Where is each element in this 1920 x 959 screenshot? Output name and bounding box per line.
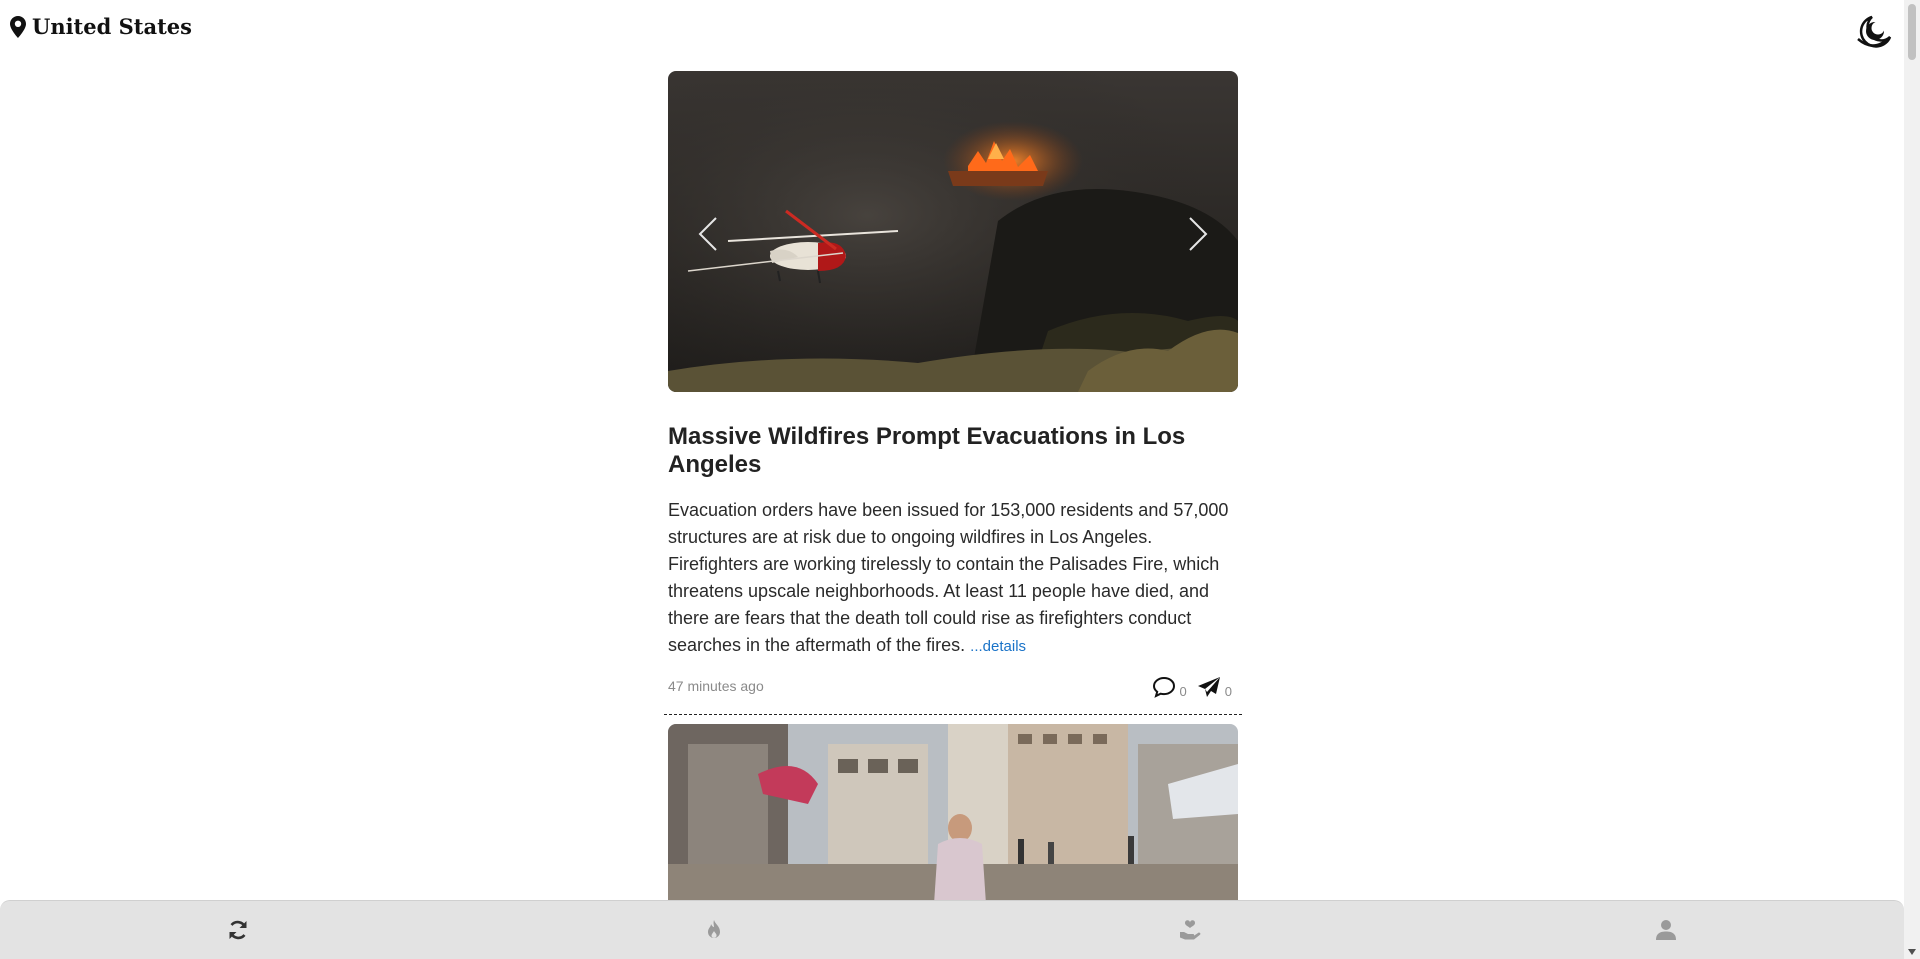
top-bar: United States [0, 0, 1904, 54]
nav-profile[interactable] [1428, 901, 1904, 959]
carousel-prev-button[interactable] [696, 216, 720, 252]
nav-support[interactable] [952, 901, 1428, 959]
share-button[interactable]: 0 [1197, 676, 1232, 698]
article-title[interactable]: Massive Wildfires Prompt Evacuations in … [668, 423, 1238, 479]
location-label: United States [32, 14, 192, 39]
article-summary: Evacuation orders have been issued for 1… [668, 497, 1238, 660]
comment-count: 0 [1179, 684, 1187, 699]
send-icon [1197, 676, 1221, 698]
comment-button[interactable]: 0 [1152, 676, 1187, 698]
article-divider [664, 714, 1242, 715]
article-actions: 0 0 [1152, 676, 1232, 698]
location-selector[interactable]: United States [10, 14, 192, 39]
article-timestamp: 47 minutes ago [668, 678, 764, 694]
news-feed: Massive Wildfires Prompt Evacuations in … [664, 71, 1242, 904]
scrollbar-thumb[interactable] [1908, 4, 1916, 60]
image-carousel[interactable] [668, 71, 1238, 392]
carousel-next-button[interactable] [1186, 216, 1210, 252]
details-link[interactable]: ...details [970, 638, 1026, 655]
article-summary-text: Evacuation orders have been issued for 1… [668, 500, 1229, 655]
article-card [668, 724, 1238, 904]
article-card: Massive Wildfires Prompt Evacuations in … [664, 71, 1242, 715]
comment-icon [1152, 676, 1176, 698]
article-meta: 47 minutes ago 0 0 [668, 674, 1238, 704]
page-scrollbar[interactable] [1904, 0, 1920, 959]
article-photo [668, 71, 1238, 392]
article-photo [668, 724, 1238, 904]
share-count: 0 [1224, 684, 1232, 699]
bottom-nav [0, 900, 1904, 959]
map-pin-icon [10, 15, 26, 38]
flame-icon [703, 919, 725, 941]
nav-refresh[interactable] [0, 901, 476, 959]
user-icon [1655, 919, 1677, 941]
refresh-icon [227, 919, 249, 941]
hand-heart-icon [1179, 919, 1201, 941]
nav-trending[interactable] [476, 901, 952, 959]
image-carousel[interactable] [668, 724, 1238, 904]
scroll-down-arrow[interactable] [1908, 949, 1916, 955]
theme-toggle-icon[interactable] [1850, 13, 1894, 51]
